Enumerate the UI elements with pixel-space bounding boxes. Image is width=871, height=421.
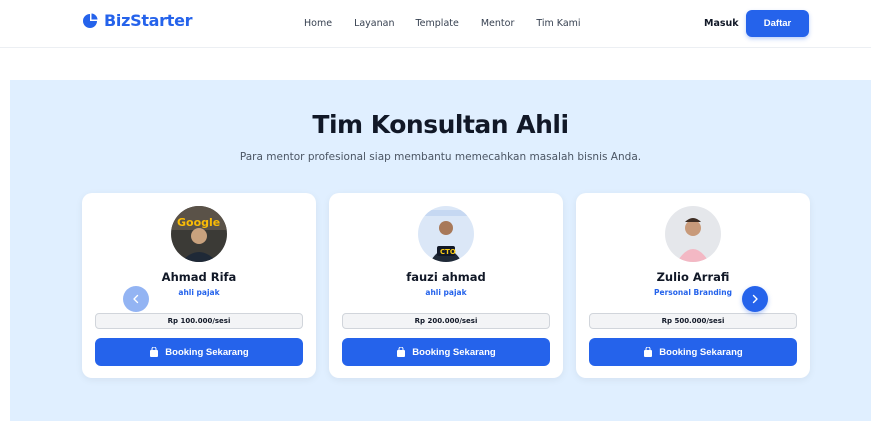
mentor-card: Zulio Arrafi Personal Branding Rp 500.00… bbox=[576, 193, 810, 378]
mentor-photo-icon bbox=[665, 206, 721, 262]
carousel-prev-button[interactable] bbox=[123, 286, 149, 312]
register-button[interactable]: Daftar bbox=[746, 10, 809, 37]
booking-button[interactable]: Booking Sekarang bbox=[95, 338, 303, 366]
section-title: Tim Konsultan Ahli bbox=[312, 110, 569, 139]
carousel-next-button[interactable] bbox=[742, 286, 768, 312]
section-subtitle: Para mentor profesional siap membantu me… bbox=[239, 151, 642, 163]
price-badge: Rp 200.000/sesi bbox=[342, 313, 550, 329]
mentor-name: fauzi ahmad bbox=[406, 270, 486, 284]
cto-badge-text: CTO bbox=[440, 248, 456, 256]
mentor-name: Zulio Arrafi bbox=[656, 270, 730, 284]
booking-button[interactable]: Booking Sekarang bbox=[589, 338, 797, 366]
navbar: BizStarter Home Layanan Template Mentor … bbox=[0, 0, 871, 48]
mentor-card: CTO fauzi ahmad ahli pajak Rp 200.000/se… bbox=[329, 193, 563, 378]
brand-name: BizStarter bbox=[104, 11, 193, 30]
mentor-photo-icon: CTO bbox=[418, 206, 474, 262]
nav-link-mentor[interactable]: Mentor bbox=[481, 18, 515, 29]
booking-button[interactable]: Booking Sekarang bbox=[342, 338, 550, 366]
consultant-section: Tim Konsultan Ahli Para mentor profesion… bbox=[10, 80, 871, 421]
nav-links: Home Layanan Template Mentor Tim Kami bbox=[304, 18, 603, 29]
nav-link-tim-kami[interactable]: Tim Kami bbox=[536, 18, 580, 29]
booking-button-label: Booking Sekarang bbox=[165, 346, 249, 358]
avatar bbox=[665, 206, 721, 262]
mentor-photo-icon: Google bbox=[171, 206, 227, 262]
price-badge: Rp 100.000/sesi bbox=[95, 313, 303, 329]
mentor-role: Personal Branding bbox=[654, 288, 732, 297]
mentor-role: ahli pajak bbox=[178, 288, 220, 297]
google-sign-text: Google bbox=[177, 216, 220, 229]
shopping-bag-icon bbox=[397, 347, 406, 357]
nav-link-home[interactable]: Home bbox=[304, 18, 332, 29]
pie-chart-icon bbox=[83, 13, 98, 28]
booking-button-label: Booking Sekarang bbox=[412, 346, 496, 358]
nav-link-layanan[interactable]: Layanan bbox=[354, 18, 394, 29]
mentor-name: Ahmad Rifa bbox=[161, 270, 237, 284]
booking-button-label: Booking Sekarang bbox=[659, 346, 743, 358]
avatar: Google bbox=[171, 206, 227, 262]
login-link[interactable]: Masuk bbox=[704, 18, 739, 29]
nav-link-template[interactable]: Template bbox=[415, 18, 458, 29]
avatar: CTO bbox=[418, 206, 474, 262]
price-badge: Rp 500.000/sesi bbox=[589, 313, 797, 329]
mentor-card: Google Ahmad Rifa ahli pajak Rp 100.000/… bbox=[82, 193, 316, 378]
shopping-bag-icon bbox=[644, 347, 653, 357]
chevron-right-icon bbox=[752, 294, 758, 304]
chevron-left-icon bbox=[133, 294, 139, 304]
shopping-bag-icon bbox=[150, 347, 159, 357]
mentor-role: ahli pajak bbox=[425, 288, 467, 297]
brand-logo[interactable]: BizStarter bbox=[82, 11, 193, 30]
